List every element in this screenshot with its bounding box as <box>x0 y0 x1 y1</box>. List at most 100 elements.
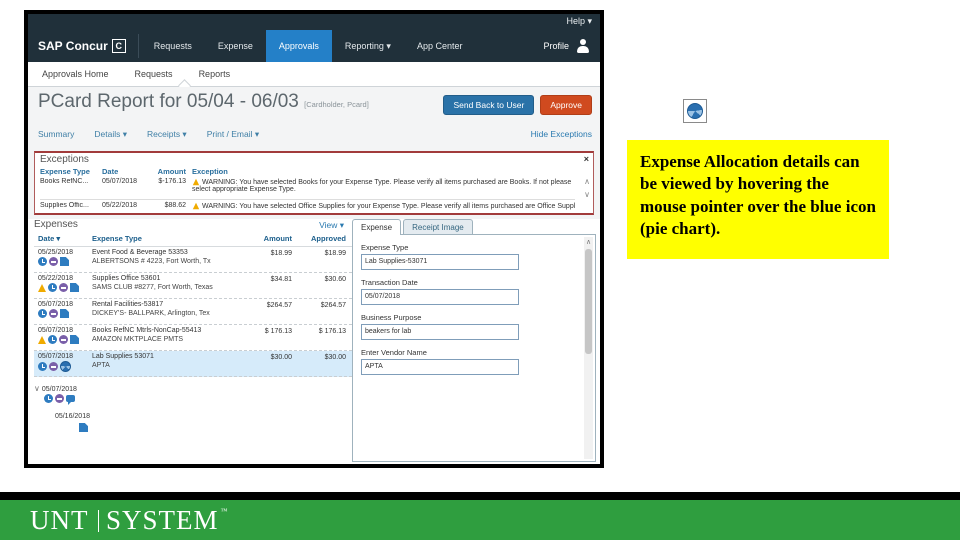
subnav-approvals-home[interactable]: Approvals Home <box>42 69 109 79</box>
approve-button[interactable]: Approve <box>540 95 592 115</box>
expense-vendor: ALBERTSONS # 4223, Fort Worth, Tx <box>92 257 211 265</box>
hide-exceptions-link[interactable]: Hide Exceptions <box>531 129 592 140</box>
unt-logo-text: UNT <box>30 505 89 535</box>
vendor-name-field[interactable]: APTA <box>361 359 519 375</box>
tab-expense[interactable]: Expense <box>352 219 402 235</box>
exception-amount: $88.62 <box>164 202 186 209</box>
expense-row[interactable]: 05/25/2018 Event Food & Beverage 53353 A… <box>34 247 352 273</box>
card-icon <box>49 309 58 318</box>
business-purpose-field[interactable]: beakers for lab <box>361 324 519 340</box>
trademark-symbol: ™ <box>220 507 229 515</box>
expense-type-field[interactable]: Lab Supplies-53071 <box>361 254 519 270</box>
exceptions-panel: Exceptions × Expense Type Date Amount Ex… <box>34 151 594 215</box>
expenses-table: Date ▾ Expense Type Amount Approved 05/2… <box>34 234 352 377</box>
action-buttons: Send Back to User Approve <box>443 95 592 115</box>
clock-icon <box>38 362 47 371</box>
view-dropdown[interactable]: View ▾ <box>319 220 344 231</box>
exception-row[interactable]: Books RefNC... 05/07/2018 $-176.13 WARNI… <box>40 178 575 193</box>
callout-note: Expense Allocation details can be viewed… <box>627 140 889 259</box>
expense-approved: $18.99 <box>324 250 346 257</box>
chevron-up-icon[interactable]: ∧ <box>584 177 590 186</box>
expense-row[interactable]: 05/07/2018 Books RefNC Mtrls-NonCap-5541… <box>34 325 352 351</box>
clock-icon <box>38 257 47 266</box>
close-icon[interactable]: × <box>584 154 589 164</box>
exception-type: Books RefNC... <box>40 178 89 185</box>
chevron-down-icon[interactable]: ∨ <box>584 190 590 199</box>
sub-navbar: Approvals Home Requests Reports <box>28 62 600 92</box>
scrollbar-thumb[interactable] <box>585 249 592 354</box>
col-amount[interactable]: Amount <box>148 167 192 176</box>
col-date[interactable]: Date <box>102 167 148 176</box>
toolbar-print-email[interactable]: Print / Email ▾ <box>207 129 259 140</box>
detail-tabs: Expense Receipt Image <box>352 219 473 235</box>
col-exception[interactable]: Exception <box>192 167 575 176</box>
send-back-to-user-button[interactable]: Send Back to User <box>443 95 535 115</box>
profile-label: Profile <box>543 41 569 51</box>
nav-item-expense[interactable]: Expense <box>205 30 266 62</box>
exception-type: Supplies Offic... <box>40 202 89 209</box>
report-subtitle: [Cardholder, Pcard] <box>304 100 369 109</box>
slide: Help ▾ SAP Concur C Requests Expense App… <box>0 0 960 540</box>
exception-row[interactable]: Supplies Offic... 05/22/2018 $88.62 WARN… <box>40 202 575 210</box>
nav-item-approvals[interactable]: Approvals <box>265 30 332 62</box>
expense-date: 05/16/2018 <box>54 413 90 420</box>
expense-date: 05/07/2018 <box>38 301 74 308</box>
warning-icon <box>192 202 200 210</box>
expense-name: Supplies Office 53601 <box>92 275 161 282</box>
help-menu[interactable]: Help ▾ <box>566 16 592 27</box>
field-label: Business Purpose <box>361 313 422 322</box>
pie-icon[interactable] <box>60 361 71 372</box>
profile-menu[interactable]: Profile <box>533 30 600 62</box>
expense-vendor: DICKEY'S- BALLPARK, Arlington, Tex <box>92 309 210 317</box>
toolbar-summary[interactable]: Summary <box>38 129 74 140</box>
exceptions-scroll[interactable]: ∧ ∨ <box>584 177 590 199</box>
col-expense-type[interactable]: Expense Type <box>92 234 242 246</box>
nav-item-app-center[interactable]: App Center <box>404 30 476 62</box>
exception-date: 05/22/2018 <box>102 202 138 209</box>
expense-amount: $264.57 <box>266 302 292 309</box>
expense-row[interactable]: 05/07/2018 Rental Facilities-53817 DICKE… <box>34 299 352 325</box>
nav-divider <box>137 34 139 58</box>
expense-name: Rental Facilities-53817 <box>92 301 164 308</box>
unt-system-logo: UNT SYSTEM ™ <box>30 505 228 536</box>
expense-name: Books RefNC Mtrls-NonCap-55413 <box>92 327 202 334</box>
footer-black-bar <box>0 492 960 500</box>
sap-concur-logo[interactable]: SAP Concur C <box>28 30 136 62</box>
col-approved[interactable]: Approved <box>292 234 348 246</box>
transaction-date-field[interactable]: 05/07/2018 <box>361 289 519 305</box>
col-amount[interactable]: Amount <box>242 234 292 246</box>
system-logo-text: SYSTEM <box>106 505 219 535</box>
nav-item-requests[interactable]: Requests <box>141 30 205 62</box>
col-expense-type[interactable]: Expense Type <box>40 167 102 176</box>
expense-name: Lab Supplies 53071 <box>92 353 154 360</box>
nav-item-reporting[interactable]: Reporting ▾ <box>332 30 404 62</box>
expense-amount: $30.00 <box>270 354 292 361</box>
toolbar-receipts[interactable]: Receipts ▾ <box>147 129 187 140</box>
report-content: PCard Report for 05/04 - 06/03 [Cardhold… <box>28 87 600 464</box>
expense-date: 05/25/2018 <box>38 249 74 256</box>
chevron-down-icon[interactable]: ∨ <box>34 384 40 393</box>
allocation-pie-callout-box <box>683 99 707 123</box>
expense-approved: $ 176.13 <box>318 328 346 335</box>
warning-icon <box>38 283 46 292</box>
top-navbar: Help ▾ SAP Concur C Requests Expense App… <box>28 14 600 62</box>
expense-vendor: APTA <box>92 361 110 369</box>
field-label: Transaction Date <box>361 278 418 287</box>
concur-app-screenshot: Help ▾ SAP Concur C Requests Expense App… <box>24 10 604 468</box>
toolbar-details[interactable]: Details ▾ <box>94 129 127 140</box>
tab-receipt-image[interactable]: Receipt Image <box>403 219 473 235</box>
detail-scrollbar[interactable]: ∧ <box>584 237 593 459</box>
exception-amount: $-176.13 <box>158 178 186 185</box>
col-date[interactable]: Date ▾ <box>34 234 92 246</box>
subnav-reports[interactable]: Reports <box>199 69 231 79</box>
expense-row-selected[interactable]: 05/07/2018 Lab Supplies 53071 APTA $30.0… <box>34 351 352 377</box>
card-icon <box>59 335 68 344</box>
expense-row-expanded[interactable]: ∨ 05/07/2018 <box>34 384 90 405</box>
exceptions-header: Expense Type Date Amount Exception <box>40 167 575 176</box>
receipt-icon <box>60 309 69 318</box>
exception-text: WARNING: You have selected Books for you… <box>192 178 572 193</box>
expense-date: 05/07/2018 <box>41 386 77 393</box>
chevron-up-icon[interactable]: ∧ <box>584 238 593 246</box>
expense-row[interactable]: 05/22/2018 Supplies Office 53601 SAMS CL… <box>34 273 352 299</box>
subnav-requests[interactable]: Requests <box>135 69 173 79</box>
